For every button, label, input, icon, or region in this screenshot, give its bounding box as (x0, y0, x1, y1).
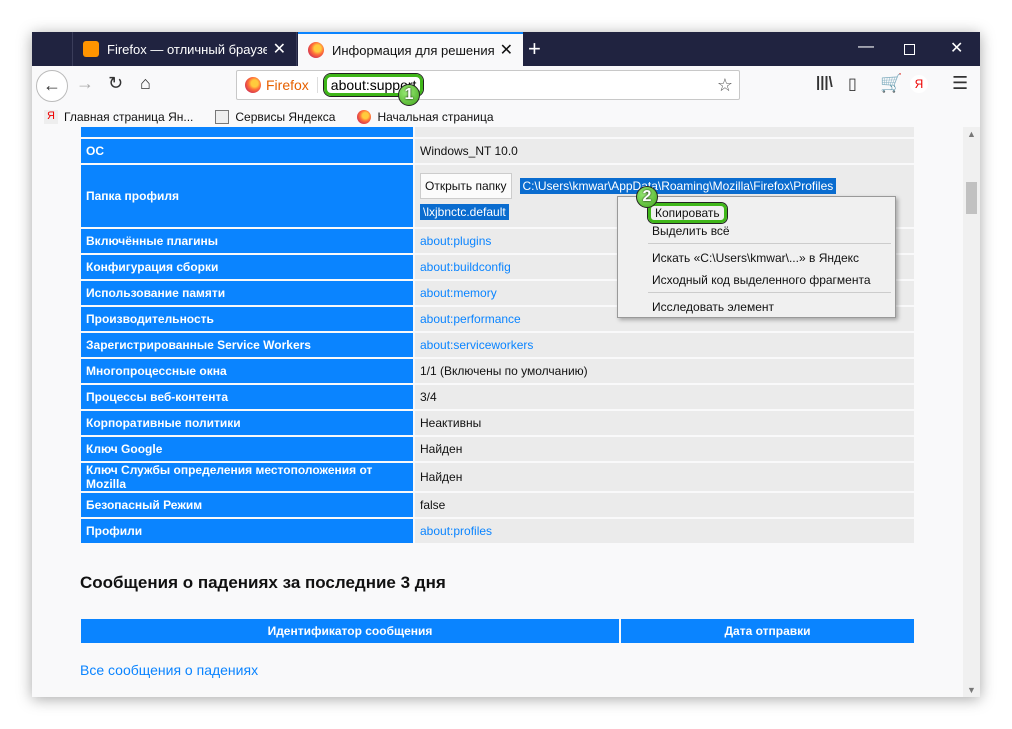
firefox-fox-icon (83, 41, 99, 57)
back-button[interactable]: ← (36, 70, 68, 102)
row-label: Ключ Службы определения местоположения о… (81, 463, 413, 491)
table-row: Ключ Службы определения местоположения о… (81, 463, 914, 491)
row-value: Windows_NT 10.0 (415, 139, 914, 163)
maximize-button[interactable] (904, 44, 915, 55)
bookmark-star-icon[interactable]: ☆ (717, 75, 733, 96)
col-header-id: Идентификатор сообщения (81, 619, 619, 643)
about-link[interactable]: about:serviceworkers (420, 338, 533, 352)
row-label: Конфигурация сборки (81, 255, 413, 279)
row-label: ОС (81, 139, 413, 163)
yandex-icon: Я (44, 109, 58, 124)
step-badge: 1 (398, 84, 420, 106)
minimize-button[interactable]: — (858, 38, 874, 56)
row-value: 1/1 (Включены по умолчанию) (415, 359, 914, 383)
row-value: Найден (415, 437, 914, 461)
row-value: Найден (415, 463, 914, 491)
tab-firefox[interactable]: Firefox — отличный браузер д ✕ (72, 32, 297, 66)
folder-icon (215, 109, 230, 124)
sidebar-icon[interactable]: ▯ (848, 74, 857, 94)
row-label: Использование памяти (81, 281, 413, 305)
nav-toolbar: ← → ↻ ⌂ Firefox about:support ☆ 1 |||\ ▯… (32, 66, 980, 106)
all-crash-reports-link[interactable]: Все сообщения о падениях (80, 662, 258, 678)
step-badge: 2 (636, 186, 658, 208)
row-label: Зарегистрированные Service Workers (81, 333, 413, 357)
bookmark-label: Сервисы Яндекса (235, 109, 336, 124)
scrollbar-thumb[interactable] (966, 182, 977, 214)
close-window-button[interactable]: ✕ (950, 38, 963, 58)
home-button[interactable]: ⌂ (140, 73, 151, 94)
close-tab-icon[interactable]: ✕ (500, 40, 513, 60)
crash-table: Идентификатор сообщения Дата отправки (79, 617, 916, 645)
row-value: about:serviceworkers (415, 333, 914, 357)
table-row: ОС Windows_NT 10.0 (81, 139, 914, 163)
table-row: Процессы веб-контента 3/4 (81, 385, 914, 409)
bookmark-services[interactable]: Сервисы Яндекса (215, 109, 336, 124)
profile-path[interactable]: C:\Users\kmwar\AppData\Roaming\Mozilla\F… (519, 178, 837, 194)
tab-bar: Firefox — отличный браузер д ✕ Информаци… (32, 32, 980, 66)
bookmark-label: Начальная страница (377, 109, 494, 124)
firefox-icon (245, 77, 261, 93)
identity-label: Firefox (266, 77, 318, 93)
library-icon[interactable]: |||\ (816, 74, 833, 91)
about-link[interactable]: about:profiles (420, 524, 492, 538)
row-label: Корпоративные политики (81, 411, 413, 435)
crash-heading: Сообщения о падениях за последние 3 дня (80, 573, 446, 592)
table-row: Корпоративные политики Неактивны (81, 411, 914, 435)
bookmark-start[interactable]: Начальная страница (357, 109, 494, 124)
about-link[interactable]: about:buildconfig (420, 260, 511, 274)
col-header-date: Дата отправки (621, 619, 914, 643)
menu-item-inspect[interactable]: Исследовать элемент (652, 300, 774, 314)
row-label: Ключ Google (81, 437, 413, 461)
open-folder-button[interactable]: Открыть папку (420, 173, 512, 199)
row-label: Профили (81, 519, 413, 543)
bookmark-label: Главная страница Ян... (64, 109, 194, 124)
about-link[interactable]: about:performance (420, 312, 521, 326)
menu-item-copy[interactable]: Копировать (648, 203, 727, 223)
table-row: Многопроцессные окна 1/1 (Включены по умо… (81, 359, 914, 383)
yandex-icon[interactable]: Я (910, 75, 928, 93)
tab-title: Информация для решения пр (332, 42, 494, 58)
table-row: Зарегистрированные Service Workers about:… (81, 333, 914, 357)
cart-icon[interactable]: 🛒 (880, 73, 902, 94)
menu-item-view-source[interactable]: Исходный код выделенного фрагмента (652, 273, 871, 287)
browser-window: Firefox — отличный браузер д ✕ Информаци… (32, 32, 980, 697)
row-value: about:profiles (415, 519, 914, 543)
context-menu: Копировать Выделить всё Искать «C:\Users… (617, 196, 896, 318)
menu-item-search[interactable]: Искать «C:\Users\kmwar\...» в Яндекс (652, 251, 859, 265)
app-info-table: ОС Windows_NT 10.0 Папка профиля Открыть па… (79, 127, 916, 545)
new-tab-button[interactable]: + (528, 36, 541, 62)
firefox-icon (308, 42, 324, 58)
about-link[interactable]: about:plugins (420, 234, 491, 248)
firefox-icon (357, 109, 372, 124)
bookmarks-bar: Я Главная страница Ян... Сервисы Яндекса … (32, 106, 980, 127)
reload-button[interactable]: ↻ (108, 73, 123, 94)
scrollbar[interactable]: ▲ ▼ (963, 127, 980, 697)
table-row (81, 127, 914, 137)
about-link[interactable]: about:memory (420, 286, 497, 300)
row-label: Включённые плагины (81, 229, 413, 253)
tab-title: Firefox — отличный браузер д (107, 41, 267, 57)
bookmark-yandex[interactable]: Я Главная страница Ян... (44, 109, 194, 124)
table-row: Профили about:profiles (81, 519, 914, 543)
row-value: 3/4 (415, 385, 914, 409)
row-label: Процессы веб-контента (81, 385, 413, 409)
close-tab-icon[interactable]: ✕ (273, 39, 286, 59)
row-label: Папка профиля (81, 165, 413, 227)
row-label: Производительность (81, 307, 413, 331)
row-label: Безопасный Режим (81, 493, 413, 517)
tab-support[interactable]: Информация для решения пр ✕ (298, 32, 523, 66)
table-row: Ключ Google Найден (81, 437, 914, 461)
table-row: Безопасный Режим false (81, 493, 914, 517)
profile-path-cont[interactable]: \lxjbnctc.default (420, 204, 509, 220)
row-value: Неактивны (415, 411, 914, 435)
menu-icon[interactable]: ☰ (952, 73, 968, 94)
forward-button[interactable]: → (76, 73, 94, 94)
row-label: Многопроцессные окна (81, 359, 413, 383)
row-value: false (415, 493, 914, 517)
menu-item-select-all[interactable]: Выделить всё (652, 224, 730, 238)
url-bar[interactable]: Firefox about:support ☆ (236, 70, 740, 100)
